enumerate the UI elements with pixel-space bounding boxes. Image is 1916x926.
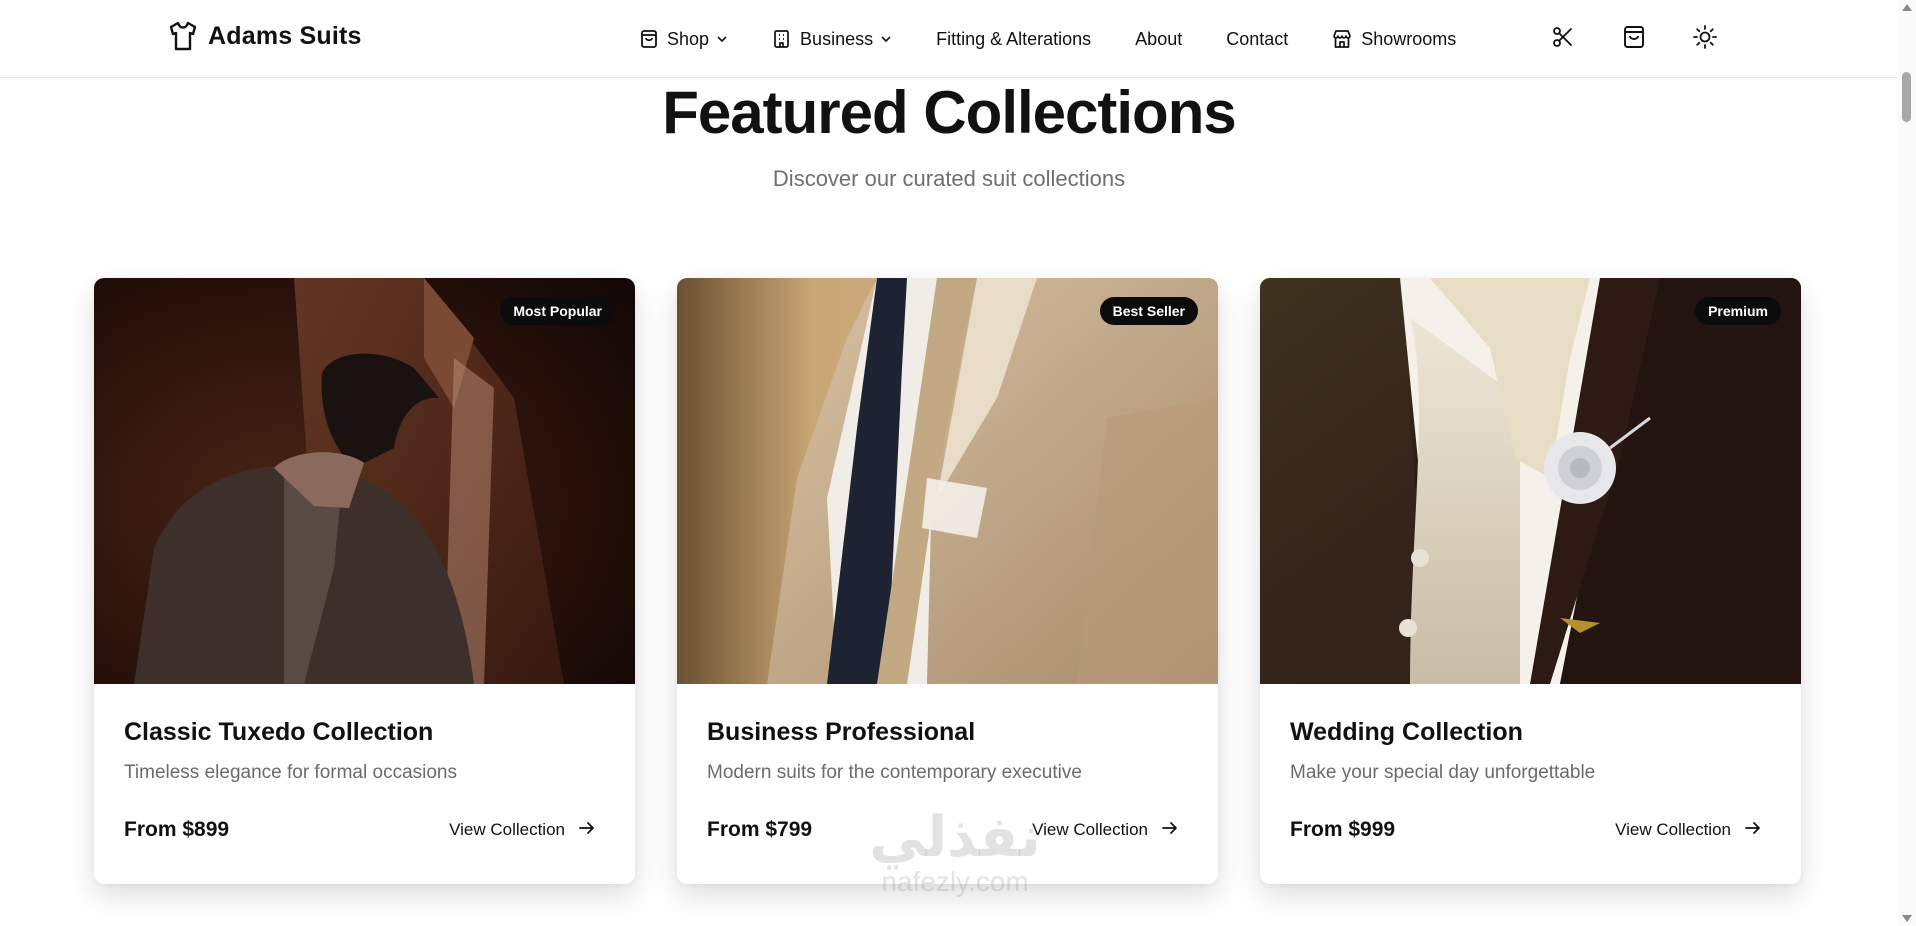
nav-showrooms[interactable]: Showrooms [1332, 29, 1456, 50]
view-collection-label: View Collection [1032, 820, 1148, 839]
collection-card-business-professional[interactable]: Best Seller Business Professional Modern… [677, 278, 1218, 884]
nav-business-label: Business [800, 28, 874, 49]
collection-card-classic-tuxedo[interactable]: Most Popular Classic Tuxedo Collection T… [94, 278, 635, 884]
nav-shop[interactable]: Shop [640, 29, 728, 50]
arrow-right-icon [579, 820, 595, 840]
brand-logo-link[interactable]: Adams Suits [168, 20, 362, 52]
chevron-down-icon [716, 35, 728, 43]
shirt-icon [168, 20, 198, 52]
nav-showrooms-label: Showrooms [1361, 28, 1457, 49]
cart-button[interactable] [1619, 24, 1649, 54]
building-icon [772, 29, 791, 49]
shopping-bag-icon [1622, 24, 1646, 55]
nav-fitting-alterations[interactable]: Fitting & Alterations [936, 29, 1091, 50]
card-title: Business Professional [707, 718, 976, 746]
view-collection-label: View Collection [449, 820, 565, 839]
view-collection-link[interactable]: View Collection [1615, 820, 1761, 840]
nav-about-label: About [1135, 28, 1183, 49]
status-badge: Most Popular [500, 297, 615, 325]
nav-shop-label: Shop [667, 28, 710, 49]
scroll-up-arrow-icon[interactable] [1902, 4, 1912, 11]
nav-contact-label: Contact [1226, 28, 1289, 49]
section-subtitle: Discover our curated suit collections [772, 166, 1126, 191]
view-collection-link[interactable]: View Collection [449, 820, 595, 840]
scroll-down-arrow-icon[interactable] [1902, 915, 1912, 922]
card-description: Make your special day unforgettable [1290, 762, 1596, 783]
chevron-down-icon [880, 35, 892, 43]
main-nav: Shop Business Fitting & Alterations Abou… [640, 26, 1500, 52]
header-actions [1548, 24, 1761, 54]
store-icon [1332, 29, 1352, 49]
business-suit-photo [677, 278, 1218, 684]
nav-contact[interactable]: Contact [1226, 29, 1288, 50]
brand-name: Adams Suits [208, 21, 362, 50]
view-collection-link[interactable]: View Collection [1032, 820, 1178, 840]
arrow-right-icon [1162, 820, 1178, 840]
nav-about[interactable]: About [1135, 29, 1182, 50]
nav-fitting-label: Fitting & Alterations [936, 28, 1092, 49]
nav-business[interactable]: Business [772, 29, 892, 50]
scroll-thumb[interactable] [1902, 72, 1911, 122]
card-description: Timeless elegance for formal occasions [124, 762, 457, 783]
card-description: Modern suits for the contemporary execut… [707, 762, 1082, 783]
page-scrollbar[interactable] [1898, 0, 1916, 926]
card-title: Wedding Collection [1290, 718, 1523, 746]
status-badge: Best Seller [1099, 297, 1198, 325]
card-price: From $799 [707, 818, 813, 841]
view-collection-label: View Collection [1615, 820, 1731, 839]
card-title: Classic Tuxedo Collection [124, 718, 434, 746]
theme-toggle-button[interactable] [1690, 24, 1720, 54]
tuxedo-mannequin-photo [94, 278, 635, 684]
sun-icon [1692, 24, 1718, 55]
card-price: From $999 [1290, 818, 1396, 841]
collection-image[interactable] [677, 278, 1218, 684]
section-title: Featured Collections [662, 79, 1236, 146]
wedding-suit-photo [1260, 278, 1801, 684]
collection-image[interactable] [94, 278, 635, 684]
scissors-icon [1551, 25, 1575, 54]
collection-card-wedding[interactable]: Premium Wedding Collection Make your spe… [1260, 278, 1801, 884]
status-badge: Premium [1695, 297, 1781, 325]
collection-image[interactable] [1260, 278, 1801, 684]
shopping-bag-icon [640, 29, 658, 49]
card-price: From $899 [124, 818, 230, 841]
fitting-scissors-button[interactable] [1548, 24, 1578, 54]
site-header: Adams Suits Shop Business Fitting & Alte… [0, 0, 1898, 78]
arrow-right-icon [1745, 820, 1761, 840]
